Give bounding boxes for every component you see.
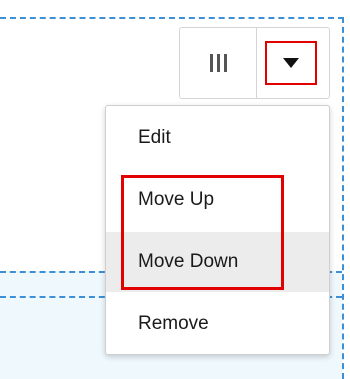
region-border-right <box>342 17 344 379</box>
menu-item-label: Edit <box>138 127 171 148</box>
menu-item-remove[interactable]: Remove <box>106 294 329 354</box>
menu-item-move-down[interactable]: Move Down <box>106 232 329 292</box>
menu-item-edit[interactable]: Edit <box>106 108 329 168</box>
menu-item-label: Remove <box>138 313 209 334</box>
menu-item-label: Move Down <box>138 251 239 272</box>
actions-menu: Edit Move Up Move Down Remove <box>105 105 330 355</box>
drag-handle-icon[interactable] <box>180 28 257 98</box>
region-toolbar <box>179 27 330 99</box>
actions-dropdown-button[interactable] <box>265 41 317 85</box>
caret-down-icon <box>283 58 299 68</box>
region-border-top <box>0 17 344 19</box>
toolbar-divider <box>256 28 257 98</box>
menu-item-label: Move Up <box>138 189 215 210</box>
menu-item-move-up[interactable]: Move Up <box>106 170 329 230</box>
